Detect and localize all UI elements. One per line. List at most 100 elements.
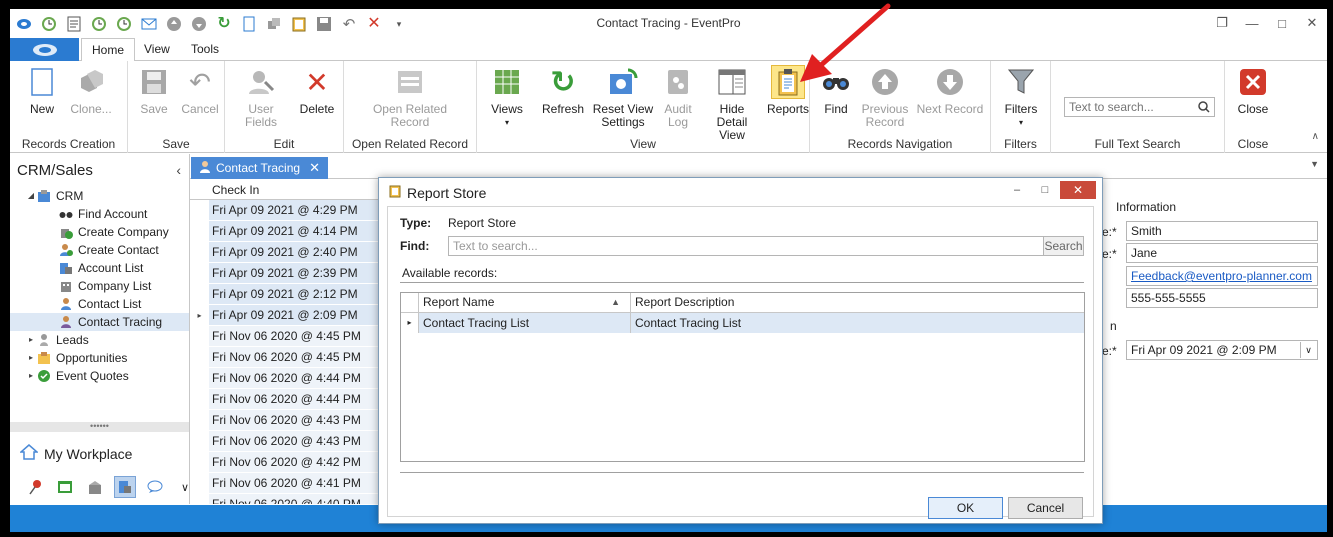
delete-button[interactable]: ✕ Delete [295, 65, 339, 116]
sidebar-item-company-list[interactable]: Company List [10, 277, 189, 295]
table-row[interactable]: Fri Nov 06 2020 @ 4:40 PM [190, 494, 385, 504]
tree-node-crm[interactable]: ◢ CRM [10, 187, 189, 205]
sidebar-item-create-company[interactable]: Create Company [10, 223, 189, 241]
minimize-button[interactable]: — [1237, 9, 1267, 37]
table-row[interactable]: Fri Nov 06 2020 @ 4:45 PM [190, 347, 385, 368]
table-row[interactable]: Fri Apr 09 2021 @ 4:29 PM [190, 200, 385, 221]
company-list-icon [58, 278, 74, 294]
tab-contact-tracing[interactable]: Contact Tracing ✕ [191, 157, 328, 179]
clone-button[interactable]: Clone... [66, 65, 116, 116]
find-button[interactable]: Find [816, 65, 856, 116]
new-button[interactable]: New [22, 65, 62, 116]
minimize-button[interactable]: – [1004, 181, 1030, 199]
sidebar-item-label: Company List [78, 279, 152, 293]
sidebar-item-find-account[interactable]: Find Account [10, 205, 189, 223]
group-open-related-record: Open Related Record Open Related Record [344, 61, 477, 153]
tree-node-leads[interactable]: ▸ Leads [10, 331, 189, 349]
crm-sales-icon[interactable] [114, 476, 136, 498]
hide-detail-view-button[interactable]: Hide Detail View [703, 65, 761, 142]
save-button[interactable]: Save [134, 65, 174, 116]
delete-label: Delete [299, 102, 335, 116]
binoculars-icon [819, 65, 853, 99]
search-button[interactable]: Search [1043, 237, 1083, 255]
row-indicator-icon [190, 242, 209, 263]
tabs-dropdown-icon[interactable]: ▼ [1310, 159, 1319, 169]
cancel-button[interactable]: ↶ Cancel [178, 65, 222, 116]
full-text-search-input[interactable] [1064, 97, 1215, 117]
table-row[interactable]: Fri Apr 09 2021 @ 2:40 PM [190, 242, 385, 263]
table-row[interactable]: Fri Nov 06 2020 @ 4:42 PM [190, 452, 385, 473]
table-row[interactable]: Fri Nov 06 2020 @ 4:41 PM [190, 473, 385, 494]
expand-arrow-icon[interactable]: ▸ [26, 349, 36, 367]
open-related-icon [393, 65, 427, 99]
tab-home[interactable]: Home [81, 38, 136, 62]
audit-log-button[interactable]: Audit Log [657, 65, 699, 129]
check-in-cell: Fri Nov 06 2020 @ 4:43 PM [209, 410, 385, 431]
close-window-button[interactable]: ✕ [1297, 9, 1327, 37]
reports-icon [771, 65, 805, 99]
table-row[interactable]: Fri Apr 09 2021 @ 2:12 PM [190, 284, 385, 305]
column-header-report-description[interactable]: Report Description [631, 293, 1084, 312]
check-in-cell: Fri Nov 06 2020 @ 4:40 PM [209, 494, 385, 504]
expand-arrow-icon[interactable]: ▸ [26, 367, 36, 385]
my-workplace[interactable]: My Workplace [19, 444, 132, 463]
table-row[interactable]: Fri Nov 06 2020 @ 4:45 PM [190, 326, 385, 347]
tab-tools[interactable]: Tools [181, 38, 229, 61]
table-row[interactable]: Fri Apr 09 2021 @ 4:14 PM [190, 221, 385, 242]
phone-field[interactable]: 555-555-5555 [1126, 288, 1318, 308]
maximize-button[interactable]: □ [1032, 181, 1058, 199]
close-tab-icon[interactable]: ✕ [309, 160, 320, 176]
table-row[interactable]: Fri Nov 06 2020 @ 4:44 PM [190, 368, 385, 389]
chevron-down-icon[interactable]: ∨ [1300, 342, 1316, 358]
filters-button[interactable]: Filters ▾ [999, 65, 1043, 129]
nav-splitter[interactable]: •••••• [10, 422, 189, 432]
open-related-record-button[interactable]: Open Related Record [362, 65, 458, 129]
reset-view-settings-button[interactable]: Reset View Settings [591, 65, 655, 129]
sidebar-item-create-contact[interactable]: Create Contact [10, 241, 189, 259]
email-field[interactable]: Feedback@eventpro-planner.com [1126, 266, 1318, 286]
close-button[interactable]: Close [1233, 65, 1273, 116]
row-indicator-icon [190, 389, 209, 410]
check-in-dropdown[interactable]: Fri Apr 09 2021 @ 2:09 PM ∨ [1126, 340, 1318, 360]
tab-view[interactable]: View [134, 38, 180, 61]
table-row[interactable]: Fri Nov 06 2020 @ 4:43 PM [190, 410, 385, 431]
previous-record-button[interactable]: Previous Record [860, 65, 910, 129]
user-fields-button[interactable]: User Fields [231, 65, 291, 129]
tree-node-opportunities[interactable]: ▸ Opportunities [10, 349, 189, 367]
restore-icon[interactable]: ❐ [1207, 9, 1237, 37]
calendar-icon[interactable] [54, 476, 76, 498]
collapse-nav-icon[interactable]: ‹ [176, 162, 181, 178]
expand-arrow-icon[interactable]: ▸ [26, 331, 36, 349]
tree-node-event-quotes[interactable]: ▸ Event Quotes [10, 367, 189, 385]
check-in-cell: Fri Nov 06 2020 @ 4:43 PM [209, 431, 385, 452]
ok-button[interactable]: OK [928, 497, 1003, 519]
last-name-field[interactable]: Smith [1126, 221, 1318, 241]
sidebar-item-account-list[interactable]: Account List [10, 259, 189, 277]
sidebar-item-contact-tracing[interactable]: Contact Tracing [10, 313, 189, 331]
column-header-report-name[interactable]: Report Name ▲ [419, 293, 631, 312]
app-menu-button[interactable] [10, 38, 79, 61]
cancel-button[interactable]: Cancel [1008, 497, 1083, 519]
table-row[interactable]: Fri Nov 06 2020 @ 4:44 PM [190, 389, 385, 410]
table-row[interactable]: ▸ Fri Apr 09 2021 @ 2:09 PM [190, 305, 385, 326]
venue-icon[interactable] [84, 476, 106, 498]
refresh-button[interactable]: ↻ Refresh [539, 65, 587, 116]
table-row[interactable]: ▸ Contact Tracing List Contact Tracing L… [401, 313, 1084, 333]
new-label: New [29, 102, 54, 116]
search-icon[interactable] [1196, 99, 1212, 115]
chat-icon[interactable] [144, 476, 166, 498]
column-header-check-in[interactable]: Check In [190, 180, 385, 200]
first-name-field[interactable]: Jane [1126, 243, 1318, 263]
close-dialog-button[interactable]: ✕ [1060, 181, 1096, 199]
table-row[interactable]: Fri Apr 09 2021 @ 2:39 PM [190, 263, 385, 284]
table-row[interactable]: Fri Nov 06 2020 @ 4:43 PM [190, 431, 385, 452]
sidebar-item-contact-list[interactable]: Contact List [10, 295, 189, 313]
reports-button[interactable]: Reports [767, 65, 809, 116]
pin-icon[interactable] [24, 476, 46, 498]
maximize-button[interactable]: □ [1267, 9, 1297, 37]
expand-arrow-icon[interactable]: ◢ [26, 187, 36, 205]
views-button[interactable]: Views ▾ [487, 65, 527, 129]
find-input[interactable]: Text to search... Search [448, 236, 1084, 256]
collapse-ribbon-icon[interactable]: ∧ [1312, 131, 1319, 142]
next-record-button[interactable]: Next Record [914, 65, 986, 116]
